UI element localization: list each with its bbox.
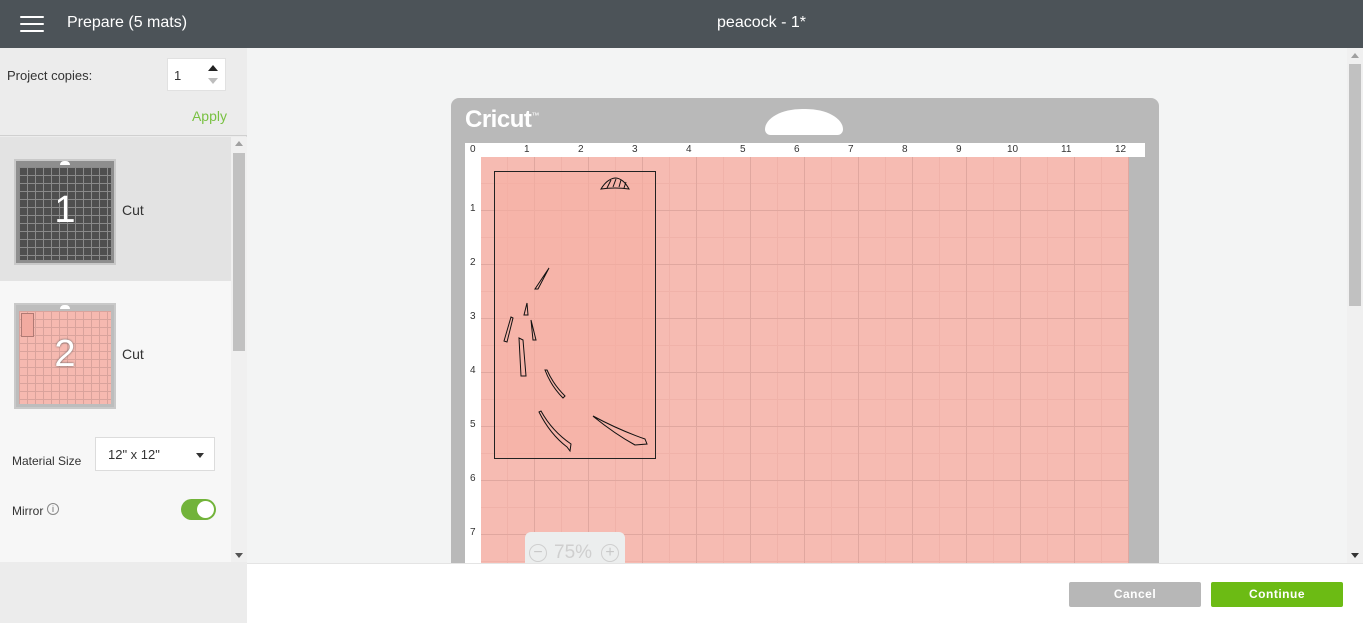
- ruler-top-number: 8: [902, 144, 908, 155]
- material-size-label: Material Size: [12, 454, 82, 468]
- decrement-arrow-icon[interactable]: [208, 78, 218, 84]
- ruler-left-number: 7: [470, 527, 476, 538]
- mat-number: 2: [54, 333, 76, 375]
- sidebar-scrollbar[interactable]: [231, 137, 247, 562]
- ruler-top: 0 1 2 3 4 5 6 7 8 9 10 11 12: [465, 143, 1145, 157]
- cricut-logo: Cricut™: [465, 106, 539, 133]
- ruler-top-number: 3: [632, 144, 638, 155]
- project-copies-label: Project copies:: [7, 68, 93, 83]
- mat-handle: [765, 109, 843, 135]
- project-name: peacock - 1*: [717, 14, 806, 31]
- footer-bar: Cancel Continue: [247, 563, 1363, 623]
- top-bar: Prepare (5 mats) peacock - 1*: [0, 0, 1363, 48]
- ruler-top-number: 6: [794, 144, 800, 155]
- mat-thumbnail-1: 1: [14, 159, 116, 265]
- scrollbar-thumb[interactable]: [233, 153, 245, 351]
- mat-list: 1 Cut 2 Cut Material Size 12" x 12" Mirr…: [0, 137, 231, 562]
- design-bounding-box[interactable]: [494, 171, 656, 459]
- scroll-up-arrow-icon[interactable]: [235, 141, 243, 146]
- ruler-top-number: 4: [686, 144, 692, 155]
- ruler-left-number: 2: [470, 257, 476, 268]
- zoom-level: 75%: [554, 542, 593, 563]
- mirror-label: Mirror: [12, 504, 44, 518]
- zoom-control: − 75% +: [525, 532, 625, 563]
- info-icon[interactable]: i: [47, 503, 59, 515]
- mat-surface: [481, 157, 1129, 563]
- ruler-left-number: 3: [470, 311, 476, 322]
- ruler-top-number: 9: [956, 144, 962, 155]
- mat-item-2[interactable]: 2 Cut: [0, 281, 231, 425]
- ruler-top-number: 10: [1007, 144, 1019, 155]
- material-size-value: 12" x 12": [108, 447, 160, 462]
- sidebar-footer: [0, 562, 247, 623]
- ruler-top-number: 11: [1061, 144, 1072, 155]
- cancel-button[interactable]: Cancel: [1069, 582, 1201, 607]
- scroll-up-arrow-icon[interactable]: [1351, 53, 1359, 58]
- ruler-left-number: 5: [470, 419, 476, 430]
- scroll-down-arrow-icon[interactable]: [235, 553, 243, 558]
- scrollbar-thumb[interactable]: [1349, 64, 1361, 306]
- ruler-top-number: 2: [578, 144, 584, 155]
- sidebar: Project copies: 1 Apply 1 Cut 2 Cut Mate…: [0, 48, 247, 623]
- scroll-down-arrow-icon[interactable]: [1351, 553, 1359, 558]
- mat-canvas[interactable]: Cricut™ 1234567 0 1 2 3 4 5 6 7 8 9 10 11 12: [247, 48, 1347, 563]
- zoom-out-icon[interactable]: −: [529, 544, 547, 562]
- zoom-in-icon[interactable]: +: [601, 544, 619, 562]
- peacock-feather-pieces: [503, 177, 648, 453]
- mirror-toggle[interactable]: [181, 499, 216, 520]
- mat-operation-label: Cut: [122, 346, 144, 362]
- mat-thumbnail-2: 2: [14, 303, 116, 409]
- ruler-top-number: 12: [1115, 144, 1127, 155]
- continue-button[interactable]: Continue: [1211, 582, 1343, 607]
- ruler-top-number: 5: [740, 144, 746, 155]
- project-copies-panel: Project copies: 1 Apply: [0, 48, 247, 136]
- ruler-top-number: 7: [848, 144, 854, 155]
- increment-arrow-icon[interactable]: [208, 65, 218, 71]
- material-size-select[interactable]: 12" x 12": [95, 437, 215, 471]
- ruler-top-number: 1: [524, 144, 530, 155]
- project-copies-value: 1: [174, 68, 182, 83]
- cutting-mat: Cricut™ 1234567 0 1 2 3 4 5 6 7 8 9 10 11 12: [451, 98, 1159, 563]
- ruler-left-number: 1: [470, 203, 476, 214]
- mat-number: 1: [54, 189, 76, 231]
- ruler-left: 1 2 3 4 5 6 7: [465, 143, 481, 563]
- mat-item-1[interactable]: 1 Cut: [0, 137, 231, 281]
- project-copies-input[interactable]: 1: [167, 58, 226, 91]
- ruler-left-number: 4: [470, 365, 476, 376]
- mat-operation-label: Cut: [122, 202, 144, 218]
- ruler-top-number: 0: [470, 144, 476, 155]
- chevron-down-icon: [196, 453, 204, 458]
- apply-button[interactable]: Apply: [192, 108, 227, 124]
- ruler-left-number: 6: [470, 473, 476, 484]
- canvas-scrollbar[interactable]: [1347, 48, 1363, 563]
